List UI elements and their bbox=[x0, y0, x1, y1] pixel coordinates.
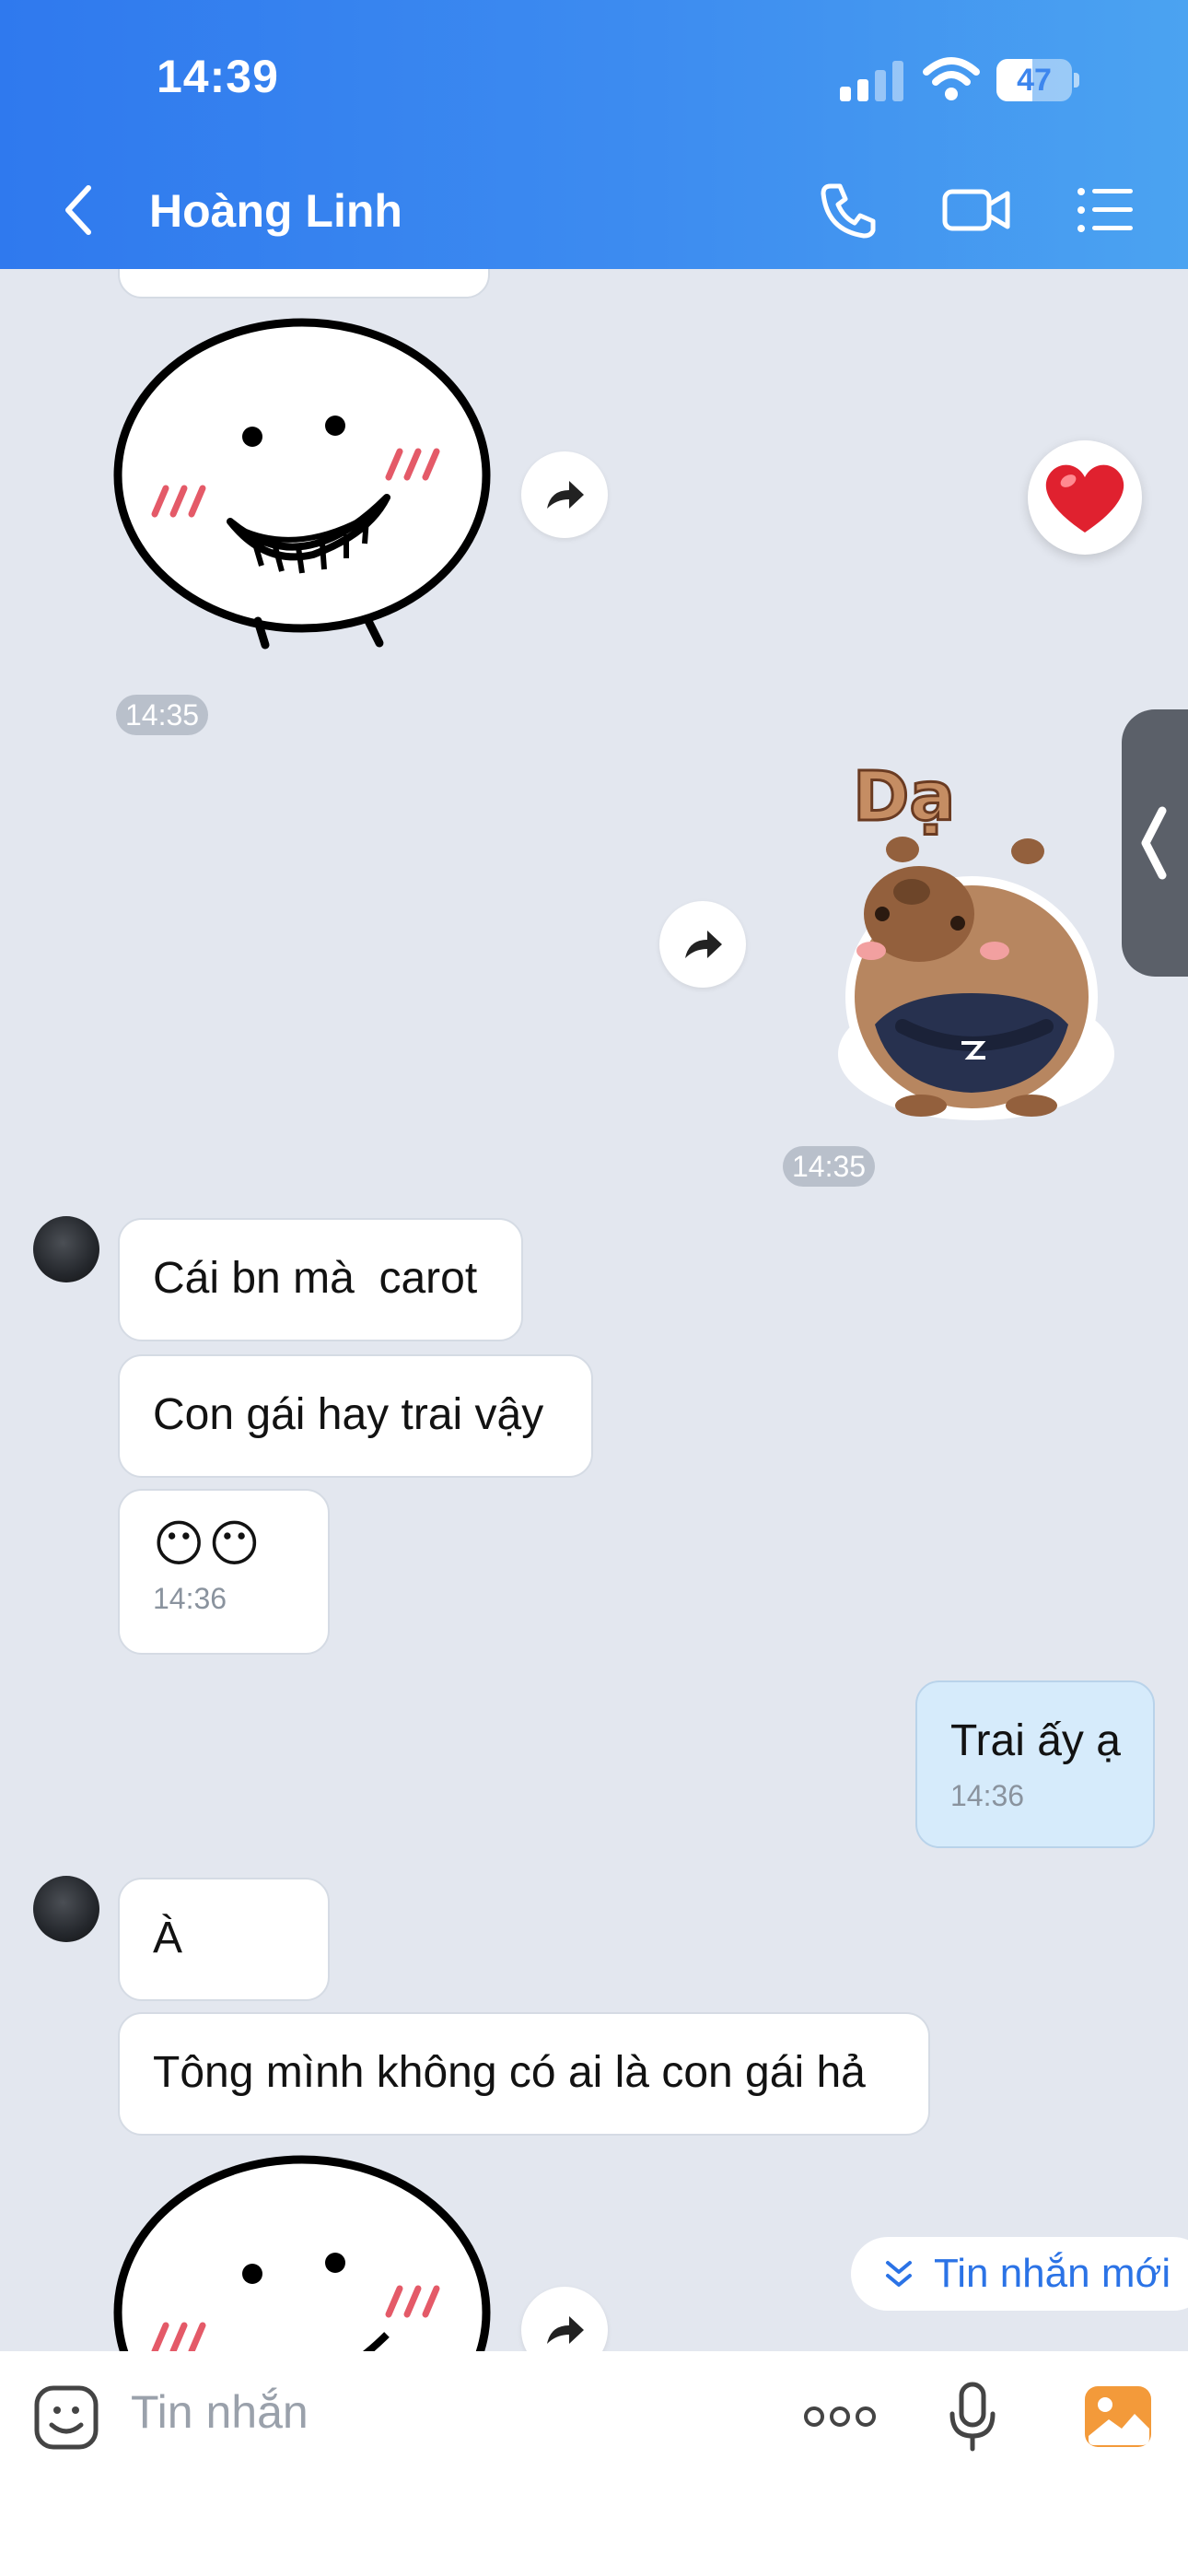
wifi-icon bbox=[923, 57, 980, 100]
contact-name[interactable]: Hoàng Linh bbox=[149, 184, 402, 238]
battery-level: 47 bbox=[1017, 63, 1052, 98]
side-panel-handle[interactable] bbox=[1122, 709, 1188, 977]
message-list[interactable]: 14:35 Dạ 14:35 Cái bn mà carot Con gái h… bbox=[0, 269, 1188, 2351]
message-bubble[interactable]: Tông mình không có ai là con gái hả bbox=[118, 2012, 930, 2136]
message-time: 14:36 bbox=[950, 1779, 1025, 1812]
emoji-sticker-icon[interactable] bbox=[33, 2384, 99, 2451]
battery-icon: 47 bbox=[996, 59, 1072, 101]
video-call-icon[interactable] bbox=[941, 181, 1011, 240]
message-input[interactable] bbox=[129, 2370, 777, 2454]
menu-list-icon[interactable] bbox=[1076, 181, 1135, 240]
message-bubble[interactable]: Cái bn mà carot bbox=[118, 1218, 523, 1341]
new-messages-button[interactable]: Tin nhắn mới bbox=[851, 2237, 1188, 2311]
message-bubble[interactable]: Con gái hay trai vậy bbox=[118, 1354, 593, 1478]
forward-button[interactable] bbox=[659, 901, 746, 988]
chat-header: 14:39 47 Hoàng Linh bbox=[0, 0, 1188, 269]
message-time: 14:36 bbox=[153, 1582, 227, 1615]
share-arrow-icon bbox=[547, 2316, 584, 2344]
avatar[interactable] bbox=[33, 1216, 99, 1282]
phone-icon[interactable] bbox=[818, 181, 879, 240]
message-emoji: 😶😶 bbox=[153, 1515, 264, 1573]
share-arrow-icon bbox=[685, 931, 722, 958]
forward-button[interactable] bbox=[521, 451, 608, 538]
grin-face-sticker[interactable] bbox=[111, 2154, 497, 2351]
status-time: 14:39 bbox=[157, 51, 279, 102]
message-bubble[interactable]: À bbox=[118, 1878, 330, 2001]
more-options-icon[interactable] bbox=[803, 2403, 877, 2430]
grin-face-sticker[interactable] bbox=[111, 317, 497, 658]
heart-icon bbox=[1045, 464, 1124, 533]
message-text: Cái bn mà carot bbox=[153, 1254, 478, 1303]
message-bubble-partial[interactable] bbox=[118, 269, 490, 299]
chevron-left-icon bbox=[1141, 806, 1167, 880]
avatar[interactable] bbox=[33, 1876, 99, 1942]
message-composer bbox=[0, 2351, 1188, 2576]
back-arrow-icon[interactable] bbox=[59, 181, 96, 240]
share-arrow-icon bbox=[547, 481, 584, 509]
forward-button[interactable] bbox=[521, 2287, 608, 2351]
double-chevron-down-icon bbox=[886, 2261, 912, 2287]
message-text: Con gái hay trai vậy bbox=[153, 1390, 544, 1439]
message-timestamp: 14:35 bbox=[116, 695, 209, 735]
message-bubble-outgoing[interactable]: Trai ấy ạ 14:36 bbox=[915, 1680, 1155, 1848]
microphone-icon[interactable] bbox=[949, 2381, 996, 2454]
message-text: Tông mình không có ai là con gái hả bbox=[153, 2048, 866, 2097]
capybara-sticker[interactable]: Dạ bbox=[810, 756, 1124, 1135]
message-timestamp: 14:35 bbox=[783, 1146, 876, 1187]
message-text: Trai ấy ạ bbox=[950, 1716, 1121, 1765]
battery-indicator: 47 bbox=[996, 59, 1079, 101]
new-messages-label: Tin nhắn mới bbox=[934, 2251, 1171, 2296]
message-text: À bbox=[153, 1914, 183, 1962]
message-bubble[interactable]: 😶😶 14:36 bbox=[118, 1489, 330, 1655]
heart-reaction-button[interactable] bbox=[1028, 440, 1142, 555]
image-gallery-icon[interactable] bbox=[1083, 2384, 1153, 2449]
cellular-signal-icon bbox=[840, 61, 904, 101]
